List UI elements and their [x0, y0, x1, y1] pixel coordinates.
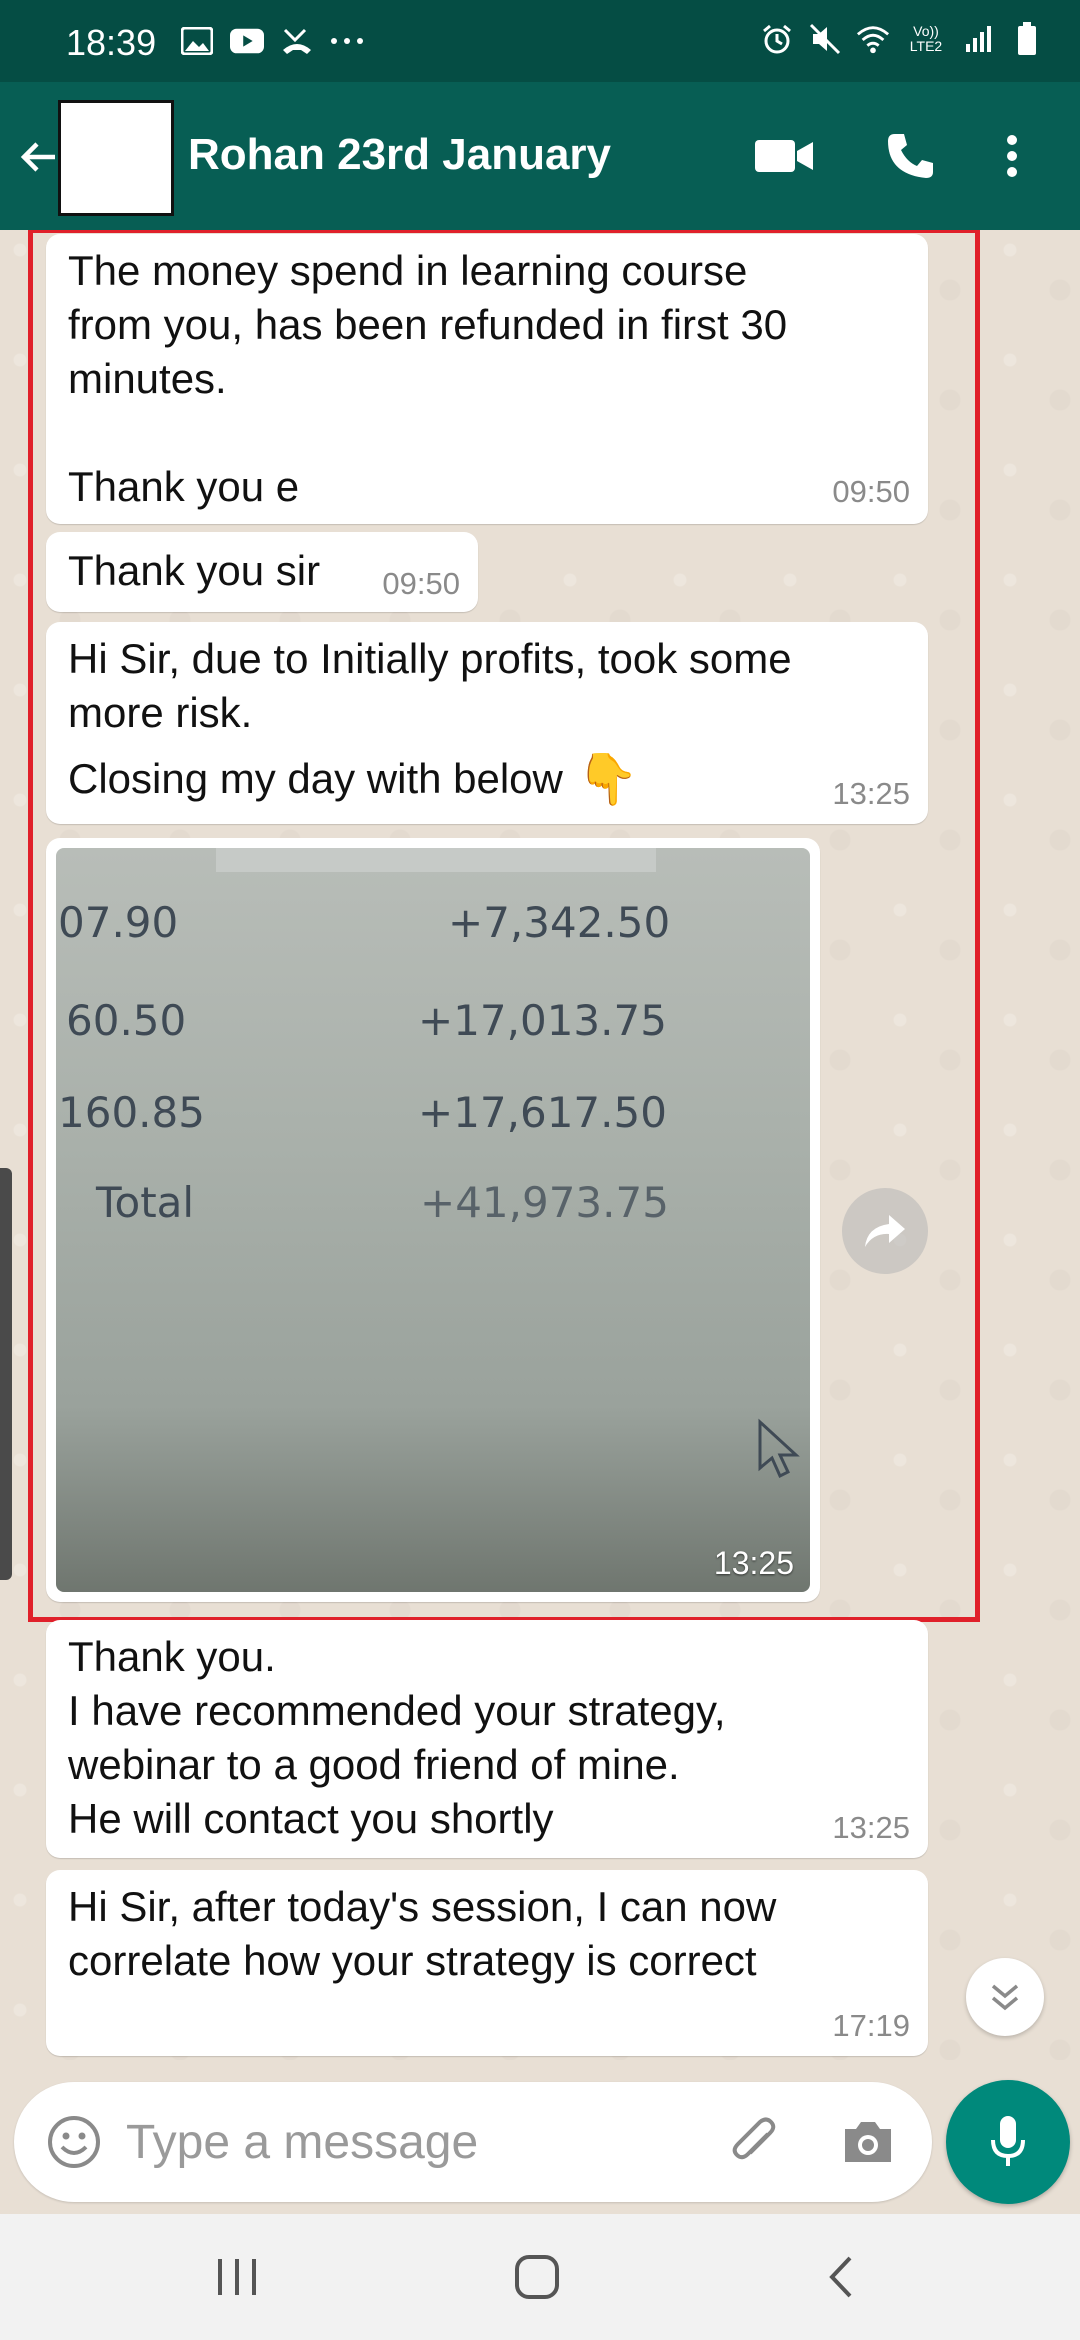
- message-time: 13:25: [713, 1545, 794, 1581]
- message-time: 09:50: [832, 474, 910, 509]
- battery-icon: [1010, 22, 1044, 56]
- message-time: 13:25: [832, 776, 910, 811]
- photo-header-strip: [216, 848, 656, 872]
- forward-icon[interactable]: [842, 1188, 928, 1274]
- message-input[interactable]: [126, 2106, 706, 2178]
- photo-row: 60.50 +17,013.75: [56, 996, 810, 1056]
- profit-screenshot-photo[interactable]: 07.90 +7,342.50 60.50 +17,013.75 160.85 …: [56, 848, 810, 1592]
- contact-name[interactable]: Rohan 23rd January: [188, 130, 611, 180]
- status-bar: 18:39 Vo)) LTE2: [0, 0, 1080, 82]
- signal-icon: [962, 22, 996, 56]
- avatar[interactable]: [58, 100, 174, 216]
- message-text: Closing my day with below: [68, 755, 563, 802]
- photo-text-left: 60.50: [66, 996, 187, 1045]
- message-bubble[interactable]: Thank you sir 09:50: [46, 532, 478, 612]
- chat-header: Rohan 23rd January: [0, 82, 1080, 230]
- message-text: Hi Sir, after today's session, I can now…: [68, 1883, 777, 1984]
- system-nav-bar: [0, 2214, 1080, 2340]
- photo-text-left: 07.90: [58, 898, 179, 947]
- message-time: 09:50: [382, 566, 460, 601]
- message-time: 17:19: [832, 2008, 910, 2043]
- message-text: The money spend in learning course from …: [68, 247, 788, 510]
- photo-text-right: +17,013.75: [418, 996, 667, 1045]
- message-input-bar: [14, 2082, 932, 2202]
- video-call-icon[interactable]: [744, 116, 824, 196]
- message-time: 13:25: [832, 1810, 910, 1845]
- photo-row: 07.90 +7,342.50: [56, 898, 810, 958]
- photo-text-right: +7,342.50: [448, 898, 671, 947]
- paperclip-icon[interactable]: [720, 2106, 792, 2178]
- more-vert-icon[interactable]: [982, 116, 1042, 196]
- wifi-icon: [856, 22, 890, 56]
- alarm-icon: [760, 22, 794, 56]
- message-bubble[interactable]: Hi Sir, due to Initially profits, took s…: [46, 622, 928, 824]
- image-icon: [180, 24, 214, 58]
- recents-icon[interactable]: [192, 2242, 282, 2312]
- emoji-icon[interactable]: [38, 2106, 110, 2178]
- more-dots-icon: [330, 24, 364, 58]
- home-icon[interactable]: [492, 2242, 582, 2312]
- message-text: Thank you sir: [68, 547, 321, 594]
- photo-text-left: Total: [96, 1178, 195, 1227]
- nav-back-icon[interactable]: [796, 2242, 886, 2312]
- message-text: Hi Sir, due to Initially profits, took s…: [68, 635, 792, 736]
- microphone-icon: [991, 2116, 1025, 2166]
- back-arrow-icon[interactable]: [14, 122, 64, 192]
- photo-row: Total +41,973.75: [56, 1178, 810, 1238]
- message-bubble[interactable]: Hi Sir, after today's session, I can now…: [46, 1870, 928, 2056]
- scroll-down-button[interactable]: [966, 1958, 1044, 2036]
- double-chevron-down-icon: [991, 1984, 1019, 2011]
- message-text: Thank you. I have recommended your strat…: [68, 1633, 726, 1842]
- edge-panel-handle[interactable]: [0, 1168, 12, 1580]
- phone-icon[interactable]: [870, 116, 950, 196]
- youtube-icon: [230, 24, 264, 58]
- message-bubble[interactable]: Thank you. I have recommended your strat…: [46, 1620, 928, 1858]
- pointing-down-emoji: 👇: [576, 751, 640, 807]
- message-bubble[interactable]: The money spend in learning course from …: [46, 234, 928, 524]
- chat-area[interactable]: The money spend in learning course from …: [0, 230, 1080, 2060]
- mouse-cursor-icon: [756, 1418, 800, 1485]
- photo-row: 160.85 +17,617.50: [56, 1088, 810, 1148]
- mute-icon: [808, 22, 842, 56]
- image-message-bubble[interactable]: 07.90 +7,342.50 60.50 +17,013.75 160.85 …: [46, 838, 820, 1602]
- photo-text-left: 160.85: [58, 1088, 205, 1137]
- photo-text-right: +41,973.75: [420, 1178, 669, 1227]
- missed-call-icon: [280, 24, 314, 58]
- photo-text-right: +17,617.50: [418, 1088, 667, 1137]
- camera-icon[interactable]: [832, 2106, 904, 2178]
- status-time: 18:39: [66, 22, 157, 63]
- microphone-button[interactable]: [946, 2080, 1070, 2204]
- volte-icon: Vo)) LTE2: [909, 23, 943, 54]
